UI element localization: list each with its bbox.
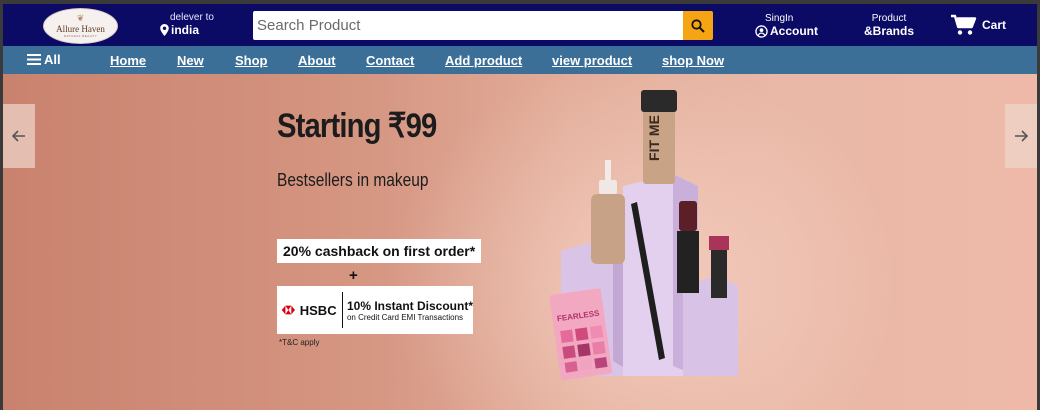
arrow-right-icon xyxy=(1015,130,1028,142)
search-input[interactable] xyxy=(253,11,683,40)
brands-line2: &Brands xyxy=(863,24,914,38)
carousel-next-button[interactable] xyxy=(1005,104,1037,168)
search-bar xyxy=(253,11,713,40)
bank-name: HSBC xyxy=(299,302,337,318)
cart-icon xyxy=(951,14,977,35)
nav-link-new[interactable]: New xyxy=(177,53,204,68)
palette-pan xyxy=(579,359,593,371)
palette-pan xyxy=(562,345,576,359)
nav-link-contact[interactable]: Contact xyxy=(366,53,414,68)
makeup-products-image: FIT ME FEARLESS xyxy=(549,90,738,381)
deliver-location-value: india xyxy=(171,23,200,37)
palette-pan xyxy=(589,325,604,339)
hero-headline: Starting ₹99 xyxy=(277,107,437,145)
cart-button[interactable]: Cart xyxy=(951,14,1006,36)
map-pin-icon xyxy=(160,24,169,36)
arrow-left-icon xyxy=(12,130,25,142)
logo-name: Allure Haven xyxy=(56,23,105,34)
nav-link-add-product[interactable]: Add product xyxy=(445,53,522,68)
deliver-label: delever to xyxy=(170,12,214,23)
mascara-cap xyxy=(709,236,729,250)
palette-pan xyxy=(577,343,591,357)
carousel-prev-button[interactable] xyxy=(3,104,35,168)
nav-link-shop[interactable]: Shop xyxy=(235,53,268,68)
account-label: Account xyxy=(770,24,818,38)
deliver-location-row: india xyxy=(160,23,214,37)
terms-note: *T&C apply xyxy=(279,338,320,347)
palette-pan xyxy=(594,356,608,369)
brands-line1: Product xyxy=(871,13,907,24)
palette-pan xyxy=(592,341,606,355)
user-icon xyxy=(755,24,768,38)
lipstick-bullet xyxy=(679,201,697,231)
bank-offer: HSBC 10% Instant Discount* on Credit Car… xyxy=(277,286,473,334)
foundation-cap xyxy=(641,90,677,112)
brand-logo[interactable]: ❦ Allure Haven NATURAL BEAUTY xyxy=(43,8,118,44)
all-menu-button[interactable]: All xyxy=(27,52,61,67)
hero-subheadline: Bestsellers in makeup xyxy=(277,170,429,190)
product-brands-menu[interactable]: Product &Brands xyxy=(861,13,917,38)
nav-bar: All Home New Shop About Contact Add prod… xyxy=(3,46,1037,74)
nav-link-shop-now[interactable]: shop Now xyxy=(662,53,724,68)
dropper-tip xyxy=(605,160,611,180)
palette-pan xyxy=(564,361,578,373)
lipstick-case xyxy=(677,231,699,293)
foundation-label: FIT ME xyxy=(646,115,662,161)
hsbc-logo-icon xyxy=(281,302,296,318)
serum-bottle xyxy=(591,194,625,264)
instant-discount-subtitle: on Credit Card EMI Transactions xyxy=(346,312,464,322)
butterfly-icon: ❦ xyxy=(76,13,85,24)
search-icon xyxy=(691,18,705,33)
offer-plus: + xyxy=(349,267,358,284)
top-header: ❦ Allure Haven NATURAL BEAUTY delever to… xyxy=(3,4,1037,46)
all-label: All xyxy=(44,52,61,67)
hero-banner[interactable]: Starting ₹99 Bestsellers in makeup 20% c… xyxy=(3,74,1037,410)
instant-discount-title: 10% Instant Discount* xyxy=(346,298,473,313)
menu-icon xyxy=(27,54,41,65)
logo-tagline: NATURAL BEAUTY xyxy=(63,33,98,38)
account-row: Account xyxy=(755,24,818,38)
cart-label: Cart xyxy=(982,18,1007,32)
account-menu[interactable]: SingIn Account xyxy=(755,13,818,38)
browser-frame: ❦ Allure Haven NATURAL BEAUTY delever to… xyxy=(0,0,1040,410)
nav-link-about[interactable]: About xyxy=(298,53,336,68)
bank-offer-text: 10% Instant Discount* on Credit Card EMI… xyxy=(347,299,473,322)
mascara-tube xyxy=(711,248,727,298)
palette-pan xyxy=(574,327,589,341)
search-button[interactable] xyxy=(683,11,713,40)
nav-link-view-product[interactable]: view product xyxy=(552,53,632,68)
dropper-cap xyxy=(599,180,617,194)
signin-label: SingIn xyxy=(765,13,794,24)
palette-pan xyxy=(560,329,574,344)
nav-link-home[interactable]: Home xyxy=(110,53,146,68)
deliver-location[interactable]: delever to india xyxy=(160,12,214,37)
cashback-offer: 20% cashback on first order* xyxy=(277,239,482,263)
